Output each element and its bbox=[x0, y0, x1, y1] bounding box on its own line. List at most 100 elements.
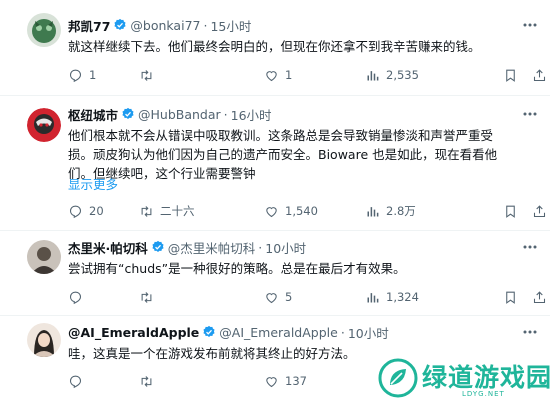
leaf-logo-icon bbox=[378, 358, 418, 398]
retweet-button[interactable]: 二十六 bbox=[139, 202, 195, 220]
like-button[interactable]: 5 bbox=[264, 288, 292, 306]
bookmark-icon bbox=[506, 291, 515, 304]
retweet-button[interactable] bbox=[139, 288, 160, 306]
share-button[interactable] bbox=[532, 66, 550, 84]
more-icon[interactable] bbox=[522, 17, 538, 33]
views-count: 2.8万 bbox=[386, 204, 416, 218]
more-icon[interactable] bbox=[522, 106, 538, 122]
verified-badge-icon bbox=[203, 325, 215, 337]
views-count: 1,324 bbox=[386, 290, 419, 304]
tweet-header: 杰里米·帕切科 @杰里米帕切科 · 10小时 bbox=[68, 238, 538, 256]
tweet-2[interactable]: 枢纽城市 @HubBandar · 16小时 他们根本就不会从错误中吸取教训。这… bbox=[0, 95, 550, 231]
avatar[interactable] bbox=[27, 323, 61, 357]
like-count: 1,540 bbox=[285, 204, 318, 218]
like-button[interactable]: 137 bbox=[264, 372, 307, 390]
retweet-icon bbox=[141, 69, 152, 81]
like-button[interactable]: 1 bbox=[264, 66, 292, 84]
share-icon bbox=[533, 204, 546, 217]
retweet-icon bbox=[141, 291, 152, 303]
separator-dot: · bbox=[258, 239, 263, 255]
more-icon[interactable] bbox=[522, 324, 538, 340]
timestamp[interactable]: 16小时 bbox=[231, 105, 272, 124]
handle[interactable]: @HubBandar bbox=[138, 107, 221, 122]
tweet-text: 他们根本就不会从错误中吸取教训。这条路总是会导致销量惨淡和声誉严重受 损。顽皮狗… bbox=[68, 126, 538, 183]
tweet-text: 就这样继续下去。他们最终会明白的，但现在你还拿不到我辛苦赚来的钱。 bbox=[68, 37, 538, 56]
heart-icon bbox=[266, 70, 277, 81]
verified-badge-icon bbox=[122, 107, 134, 119]
timestamp[interactable]: 10小时 bbox=[348, 323, 389, 342]
retweet-icon bbox=[141, 375, 152, 387]
share-icon bbox=[533, 290, 546, 303]
tweet-header: 邦凯77 @bonkai77 · 15小时 bbox=[68, 16, 538, 34]
heart-icon bbox=[266, 206, 277, 217]
retweet-button[interactable] bbox=[139, 66, 160, 84]
reply-button[interactable]: 1 bbox=[68, 66, 96, 84]
tweet-text-line: 损。顽皮狗认为他们因为自己的遗产而安全。Bioware 也是如此，现在看看他 bbox=[68, 147, 498, 162]
like-button[interactable]: 1,540 bbox=[264, 202, 318, 220]
reply-button[interactable]: 20 bbox=[68, 202, 104, 220]
tweet-text: 尝试拥有“chuds”是一种很好的策略。总是在最后才有效果。 bbox=[68, 259, 538, 278]
tweet-text-line: 他们根本就不会从错误中吸取教训。这条路总是会导致销量惨淡和声誉严重受 bbox=[68, 128, 494, 143]
display-name[interactable]: 枢纽城市 bbox=[68, 105, 118, 124]
handle[interactable]: @AI_EmeraldApple bbox=[219, 325, 338, 340]
reply-count: 20 bbox=[89, 204, 104, 218]
more-icon[interactable] bbox=[522, 239, 538, 255]
like-count: 1 bbox=[285, 68, 293, 82]
bookmark-button[interactable] bbox=[503, 288, 524, 306]
reply-icon bbox=[69, 375, 82, 388]
handle[interactable]: @杰里米帕切科 bbox=[168, 238, 256, 257]
tweet-header: @AI_EmeraldApple @AI_EmeraldApple · 10小时 bbox=[68, 323, 538, 341]
views-button[interactable]: 1,324 bbox=[365, 288, 419, 306]
tweet-actions: 1 1 2,535 bbox=[68, 66, 546, 84]
bookmark-button[interactable] bbox=[503, 66, 524, 84]
watermark-title: 绿道游戏园 bbox=[422, 363, 550, 392]
reply-button[interactable] bbox=[68, 372, 89, 390]
reply-icon bbox=[69, 69, 82, 82]
separator-dot: · bbox=[223, 106, 228, 122]
reply-button[interactable] bbox=[68, 288, 89, 306]
bookmark-icon bbox=[506, 205, 515, 218]
tweet-1[interactable]: 邦凯77 @bonkai77 · 15小时 就这样继续下去。他们最终会明白的，但… bbox=[0, 0, 550, 95]
verified-badge-icon bbox=[114, 18, 126, 30]
retweet-button[interactable] bbox=[139, 372, 160, 390]
views-bar-icon bbox=[367, 292, 379, 302]
tweet-3[interactable]: 杰里米·帕切科 @杰里米帕切科 · 10小时 尝试拥有“chuds”是一种很好的… bbox=[0, 230, 550, 316]
timestamp[interactable]: 15小时 bbox=[210, 16, 251, 35]
bookmark-icon bbox=[506, 69, 515, 82]
tweet-actions: 20 二十六 1,540 2.8万 bbox=[68, 202, 546, 220]
heart-icon bbox=[266, 376, 277, 387]
handle[interactable]: @bonkai77 bbox=[130, 18, 200, 33]
views-button[interactable]: 2.8万 bbox=[365, 202, 416, 220]
heart-icon bbox=[266, 292, 277, 303]
timestamp[interactable]: 10小时 bbox=[265, 238, 306, 257]
like-count: 5 bbox=[285, 290, 293, 304]
views-bar-icon bbox=[367, 70, 379, 80]
display-name[interactable]: @AI_EmeraldApple bbox=[68, 325, 199, 340]
separator-dot: · bbox=[203, 17, 208, 33]
bookmark-button[interactable] bbox=[503, 202, 524, 220]
retweet-count: 二十六 bbox=[160, 204, 195, 218]
reply-feed: 邦凯77 @bonkai77 · 15小时 就这样继续下去。他们最终会明白的，但… bbox=[0, 0, 550, 404]
watermark-subtitle: LDYG.NET bbox=[462, 390, 505, 398]
avatar[interactable] bbox=[27, 108, 61, 142]
retweet-icon bbox=[141, 205, 152, 217]
tweet-text-line: 尝试拥有“chuds”是一种很好的策略。总是在最后才有效果。 bbox=[68, 261, 406, 276]
tweet-actions: 5 1,324 bbox=[68, 288, 546, 306]
tweet-header: 枢纽城市 @HubBandar · 16小时 bbox=[68, 105, 538, 123]
share-button[interactable] bbox=[532, 202, 550, 220]
reply-icon bbox=[69, 291, 82, 304]
share-button[interactable] bbox=[532, 288, 550, 306]
reply-icon bbox=[69, 205, 82, 218]
share-icon bbox=[533, 68, 546, 81]
verified-badge-icon bbox=[152, 240, 164, 252]
views-button[interactable]: 2,535 bbox=[365, 66, 419, 84]
tweet-text-line: 就这样继续下去。他们最终会明白的，但现在你还拿不到我辛苦赚来的钱。 bbox=[68, 39, 481, 54]
reply-count: 1 bbox=[89, 68, 97, 82]
avatar[interactable] bbox=[27, 240, 61, 274]
display-name[interactable]: 邦凯77 bbox=[68, 16, 110, 35]
show-more-link[interactable]: 显示更多 bbox=[68, 177, 118, 193]
avatar[interactable] bbox=[27, 13, 61, 47]
views-bar-icon bbox=[367, 206, 379, 216]
display-name[interactable]: 杰里米·帕切科 bbox=[68, 238, 148, 257]
site-watermark: 绿道游戏园 LDYG.NET bbox=[372, 352, 550, 404]
